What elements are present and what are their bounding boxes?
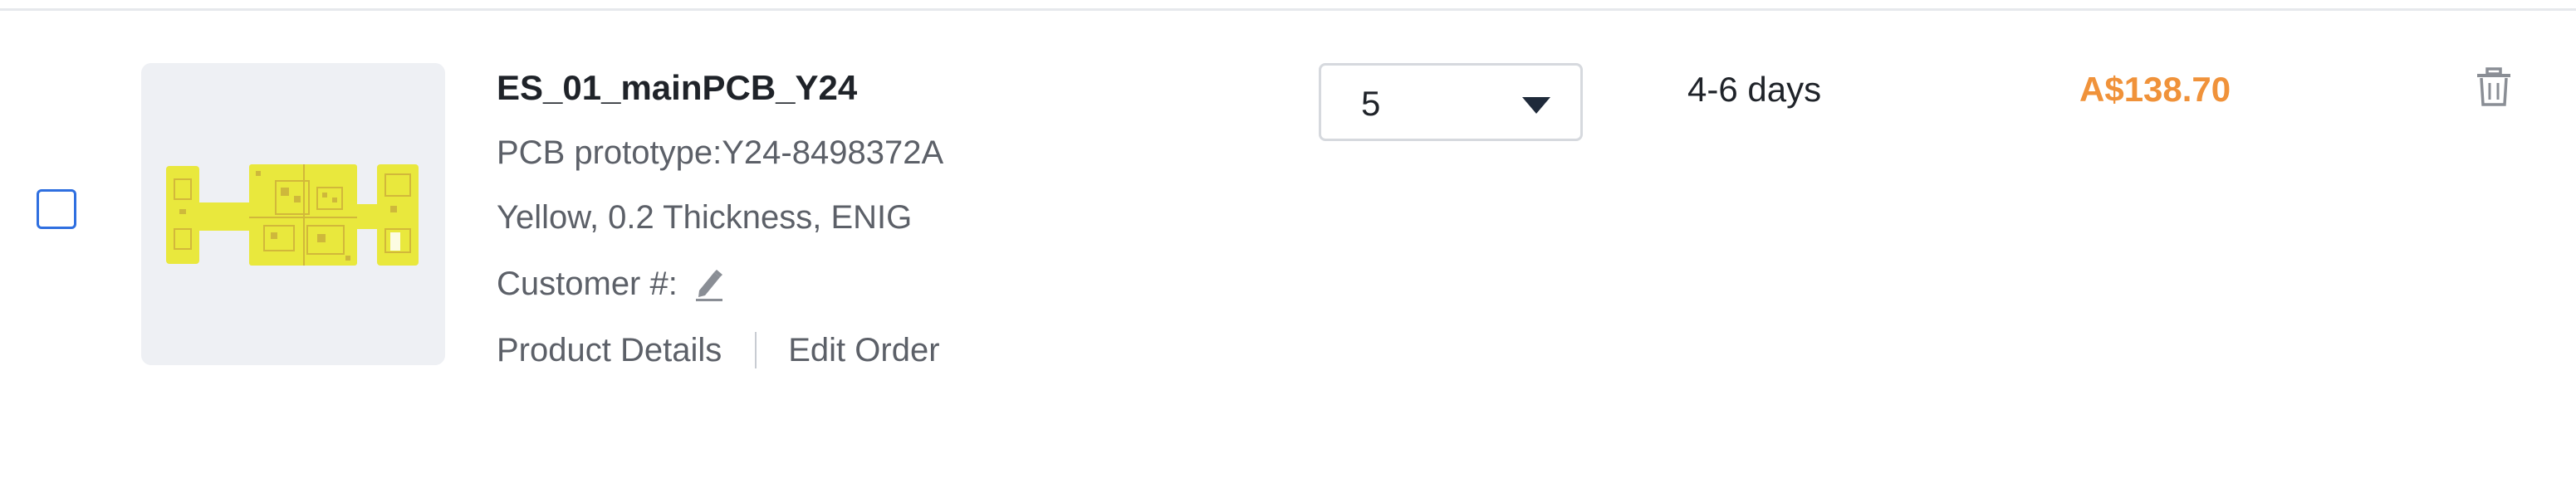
product-details-link[interactable]: Product Details (497, 325, 722, 375)
row-divider (0, 8, 2576, 11)
customer-number-row: Customer #: (497, 259, 943, 309)
pencil-icon[interactable] (691, 266, 727, 302)
quantity-value: 5 (1361, 84, 1381, 123)
customer-number-label: Customer #: (497, 266, 678, 302)
item-links: Product Details Edit Order (497, 325, 943, 375)
product-name: ES_01_mainPCB_Y24 (497, 68, 858, 107)
quantity-select[interactable]: 5 (1319, 63, 1583, 141)
pcb-preview-image (141, 63, 445, 365)
select-item-checkbox[interactable] (37, 189, 76, 229)
lead-time: 4-6 days (1687, 70, 1822, 109)
item-price: A$138.70 (2079, 70, 2231, 109)
cart-item-row: ES_01_mainPCB_Y24 PCB prototype:Y24-8498… (0, 0, 2576, 478)
prototype-number: PCB prototype:Y24-8498372A (497, 134, 944, 171)
edit-order-link[interactable]: Edit Order (788, 325, 939, 375)
pcb-specs: Yellow, 0.2 Thickness, ENIG (497, 199, 913, 236)
item-info: ES_01_mainPCB_Y24 PCB prototype:Y24-8498… (497, 63, 943, 375)
link-divider (755, 332, 757, 368)
trash-icon[interactable] (2475, 66, 2513, 108)
chevron-down-icon (1522, 97, 1550, 114)
